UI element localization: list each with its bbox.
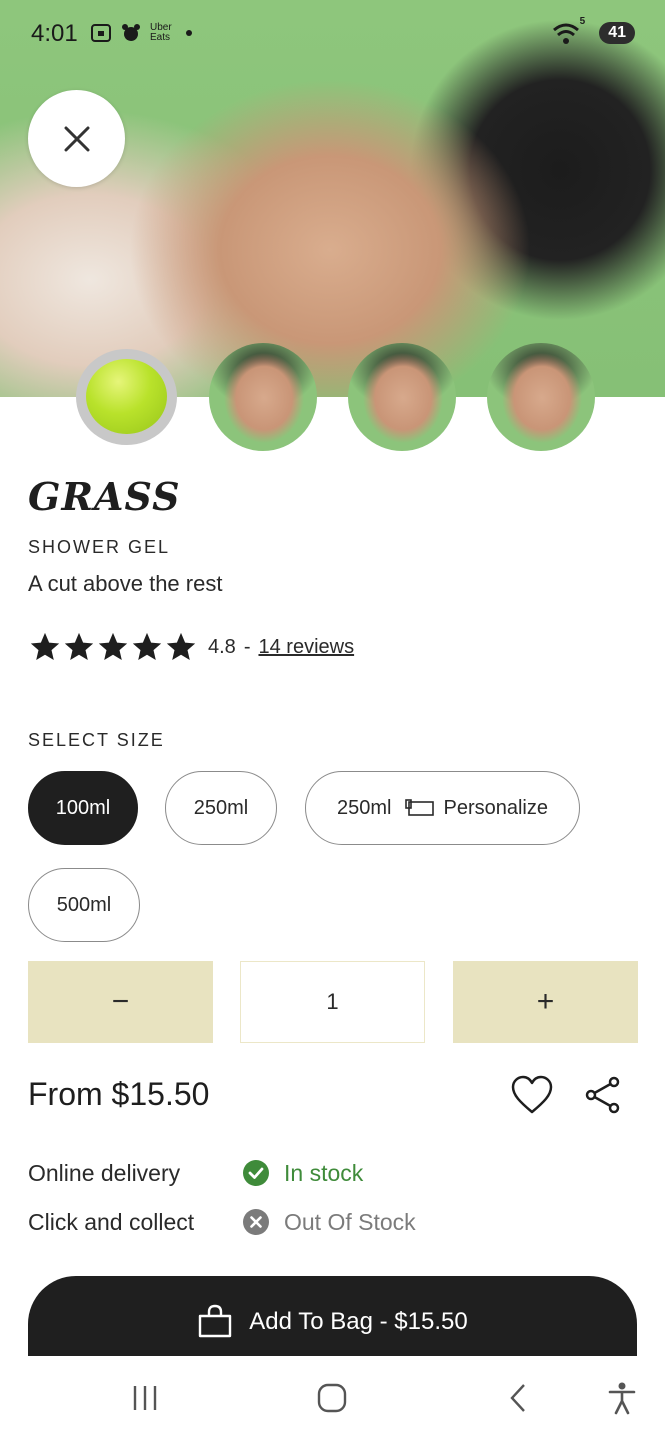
size-option-500ml[interactable]: 500ml: [28, 868, 140, 942]
product-category: SHOWER GEL: [28, 537, 171, 557]
product-title: GRASS: [28, 474, 181, 519]
rating-value: 4.8: [208, 635, 236, 658]
quantity-increase-button[interactable]: +: [453, 961, 638, 1043]
close-button[interactable]: [28, 90, 125, 187]
heart-icon: [511, 1075, 553, 1114]
status-bar: 4:01 Uber Eats 5 41: [0, 0, 665, 70]
shopping-bag-icon: [199, 1304, 232, 1338]
screenshot-icon: [91, 24, 111, 42]
gel-swatch: [86, 359, 167, 434]
image-thumbnails: [0, 343, 665, 453]
star-icon: [98, 632, 128, 661]
quantity-decrease-button[interactable]: −: [28, 961, 213, 1043]
battery-indicator: 41: [599, 22, 635, 44]
uber-eats-icon: Uber Eats: [150, 23, 172, 43]
size-option-label: 250ml: [337, 796, 392, 819]
thumbnail-model-2[interactable]: [348, 343, 456, 451]
thumbnail-model-1[interactable]: [209, 343, 317, 451]
accessibility-icon: [608, 1382, 636, 1415]
close-icon: [64, 126, 89, 151]
wifi-icon: 5: [551, 16, 585, 46]
status-time: 4:01: [31, 20, 78, 47]
availability-status: In stock: [284, 1159, 364, 1186]
wifi-badge: 5: [579, 16, 586, 27]
more-notifications-dot: [185, 30, 192, 36]
reviews-link[interactable]: 14 reviews: [258, 636, 354, 659]
quantity-input[interactable]: 1: [240, 961, 425, 1043]
share-icon: [585, 1076, 620, 1114]
thumbnail-product-gel[interactable]: [76, 349, 177, 445]
rating-separator: -: [243, 635, 251, 658]
star-icon: [30, 632, 60, 661]
x-circle-icon: [243, 1209, 269, 1235]
personalize-icon: [405, 799, 435, 816]
star-icon: [166, 632, 196, 661]
home-button[interactable]: [312, 1376, 352, 1420]
star-icon: [64, 632, 94, 661]
back-icon: [510, 1384, 525, 1412]
star-icon: [132, 632, 162, 661]
size-option-label: 250ml: [193, 796, 249, 819]
recents-button[interactable]: [125, 1376, 165, 1420]
size-option-250ml[interactable]: 250ml: [165, 771, 277, 845]
size-option-label: 500ml: [56, 893, 112, 916]
product-tagline: A cut above the rest: [28, 571, 223, 596]
add-to-bag-label: Add To Bag - $15.50: [249, 1308, 468, 1335]
status-right: 5 41: [551, 16, 635, 46]
back-button[interactable]: [500, 1376, 536, 1420]
select-size-label: SELECT SIZE: [28, 730, 165, 750]
status-notification-icons: Uber Eats: [90, 22, 192, 44]
share-button[interactable]: [584, 1076, 622, 1114]
availability-status: Out Of Stock: [284, 1208, 416, 1235]
availability-online-delivery: Online delivery In stock: [28, 1159, 363, 1187]
wishlist-button[interactable]: [510, 1074, 554, 1116]
product-rating: 4.8 - 14 reviews: [28, 630, 354, 664]
accessibility-button[interactable]: [602, 1376, 642, 1420]
size-option-label: 100ml: [55, 796, 111, 819]
system-navigation-bar: [0, 1356, 665, 1440]
check-circle-icon: [243, 1160, 269, 1186]
availability-click-and-collect: Click and collect Out Of Stock: [28, 1208, 416, 1236]
app-notification-icon: [122, 24, 140, 41]
uber-eats-label-2: Eats: [150, 32, 171, 43]
personalize-label: Personalize: [443, 796, 548, 819]
product-price: From $15.50: [28, 1076, 210, 1112]
product-hero-image: 4:01 Uber Eats 5 41: [0, 0, 665, 397]
availability-label: Click and collect: [28, 1208, 195, 1235]
size-option-250ml-personalize[interactable]: 250ml Personalize: [305, 771, 580, 845]
availability-label: Online delivery: [28, 1159, 181, 1186]
home-icon: [317, 1383, 347, 1413]
size-option-100ml[interactable]: 100ml: [28, 771, 138, 845]
thumbnail-model-3[interactable]: [487, 343, 595, 451]
recents-icon: [133, 1386, 157, 1410]
